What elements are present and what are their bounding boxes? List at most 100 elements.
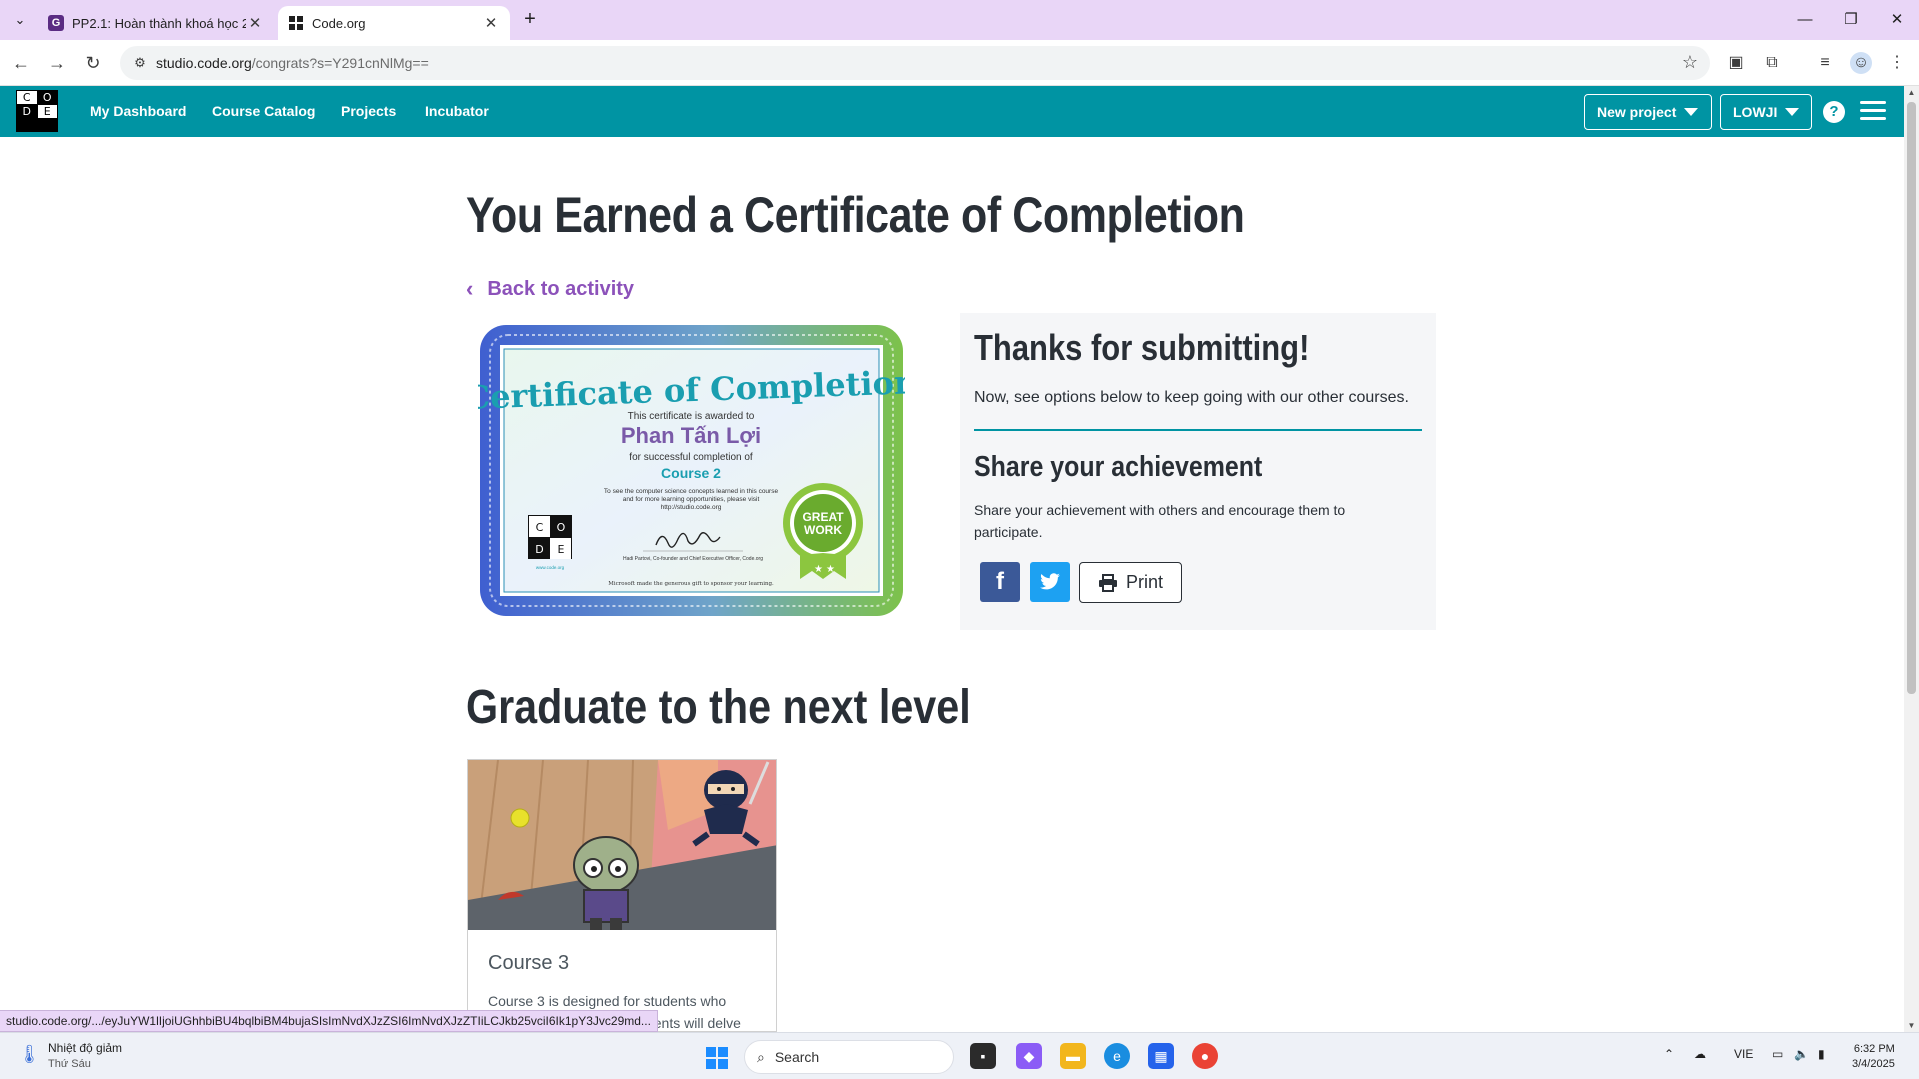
thermometer-icon: 🌡 <box>18 1043 41 1064</box>
page-scrollbar[interactable]: ▲ ▼ <box>1904 86 1919 1032</box>
restore-icon[interactable]: ❐ <box>1828 6 1874 34</box>
codeorg-logo[interactable]: C O D E <box>16 90 58 132</box>
next-level-heading: Graduate to the next level <box>466 681 971 734</box>
windows-taskbar: 🌡 Nhiệt độ giảm Thứ Sáu ⌕ Search ▪ ◆ ▬ e… <box>0 1032 1919 1079</box>
help-icon[interactable]: ? <box>1823 101 1845 123</box>
tab-title: PP2.1: Hoàn thành khoá học 2 t <box>72 15 246 31</box>
scrollbar-thumb[interactable] <box>1907 102 1916 694</box>
back-arrow-icon[interactable]: ← <box>8 50 34 76</box>
svg-text:WORK: WORK <box>804 523 842 537</box>
codeorg-favicon-icon <box>288 15 304 31</box>
store-icon[interactable]: ▦ <box>1148 1043 1174 1069</box>
svg-text:for successful completion of: for successful completion of <box>629 452 753 463</box>
facebook-icon: f <box>996 568 1004 595</box>
chevron-left-icon: ‹ <box>466 276 474 301</box>
share-heading: Share your achievement <box>974 451 1263 483</box>
chrome-icon[interactable]: ● <box>1192 1043 1218 1069</box>
tab-title: Code.org <box>312 15 366 31</box>
site-header: C O D E My Dashboard Course Catalog Proj… <box>0 86 1904 137</box>
media-control-icon[interactable]: ≡ <box>1814 52 1836 74</box>
course-card-image <box>468 760 776 930</box>
svg-text:Microsoft made the generous gi: Microsoft made the generous gift to spon… <box>608 581 774 587</box>
page-title: You Earned a Certificate of Completion <box>466 187 1245 243</box>
nav-my-dashboard[interactable]: My Dashboard <box>90 86 186 137</box>
svg-text:To see the computer science co: To see the computer science concepts lea… <box>604 488 779 495</box>
weather-widget[interactable]: 🌡 Nhiệt độ giảm Thứ Sáu <box>18 1041 122 1070</box>
scroll-up-icon[interactable]: ▲ <box>1904 88 1919 97</box>
new-project-button[interactable]: New project <box>1584 94 1712 130</box>
facebook-share-button[interactable]: f <box>980 562 1020 602</box>
volume-icon[interactable]: 🔈 <box>1794 1047 1809 1061</box>
browser-tab-1[interactable]: G PP2.1: Hoàn thành khoá học 2 t ✕ <box>38 6 274 40</box>
divider <box>974 429 1422 431</box>
course-card-title: Course 3 <box>488 952 570 974</box>
browser-tabstrip: ⌄ G PP2.1: Hoàn thành khoá học 2 t ✕ Cod… <box>0 0 1919 40</box>
network-icon[interactable]: ▭ <box>1772 1047 1783 1061</box>
extension-icon[interactable]: ▣ <box>1725 52 1747 74</box>
search-icon: ⌕ <box>757 1048 765 1065</box>
svg-text:E: E <box>558 543 565 556</box>
language-indicator[interactable]: VIE <box>1734 1047 1753 1061</box>
svg-text:C: C <box>536 521 544 534</box>
back-to-activity-link[interactable]: ‹ Back to activity <box>466 276 634 302</box>
tab-favicon: G <box>48 15 64 31</box>
taskbar-clock[interactable]: 6:32 PM 3/4/2025 <box>1852 1042 1895 1072</box>
close-window-icon[interactable]: ✕ <box>1874 6 1919 34</box>
svg-text:O: O <box>557 521 566 534</box>
scroll-down-icon[interactable]: ▼ <box>1904 1021 1919 1030</box>
svg-text:This certificate is awarded to: This certificate is awarded to <box>628 411 755 422</box>
svg-text:★: ★ <box>814 564 823 575</box>
minimize-icon[interactable]: — <box>1782 6 1828 34</box>
address-bar[interactable]: ⚙ studio.code.org/congrats?s=Y291cnNlMg=… <box>120 46 1710 80</box>
svg-text:and for more learning opportun: and for more learning opportunities, ple… <box>623 496 760 503</box>
nav-course-catalog[interactable]: Course Catalog <box>212 86 315 137</box>
nav-incubator[interactable]: Incubator <box>425 86 489 137</box>
svg-text:Phan Tấn Lợi: Phan Tấn Lợi <box>621 423 761 448</box>
course-card[interactable]: Course 3 Course 3 is designed for studen… <box>467 759 777 1032</box>
certificate-image: Certificate of Completion This certifica… <box>478 325 905 616</box>
svg-text:GREAT: GREAT <box>802 510 844 524</box>
taskbar-search[interactable]: ⌕ Search <box>744 1040 954 1074</box>
puzzle-extensions-icon[interactable]: ⧉ <box>1761 52 1783 74</box>
link-status-bar: studio.code.org/.../eyJuYW1lIjoiUGhhbiBU… <box>0 1010 658 1032</box>
caret-down-icon <box>1684 108 1699 116</box>
tray-chevron-icon[interactable]: ⌃ <box>1664 1047 1674 1061</box>
printer-icon <box>1098 573 1117 592</box>
svg-text:Course 2: Course 2 <box>661 465 721 481</box>
user-menu-button[interactable]: LOWJI <box>1720 94 1812 130</box>
svg-text:Hadi Partovi, Co-founder and C: Hadi Partovi, Co-founder and Chief Execu… <box>623 556 763 562</box>
file-explorer-icon[interactable]: ▬ <box>1060 1043 1086 1069</box>
site-info-icon[interactable]: ⚙ <box>130 53 150 73</box>
svg-text:http://studio.code.org: http://studio.code.org <box>661 504 722 511</box>
submission-panel: Thanks for submitting! Now, see options … <box>960 313 1436 630</box>
tab-close-icon[interactable]: ✕ <box>482 14 500 32</box>
twitter-share-button[interactable] <box>1030 562 1070 602</box>
caret-down-icon <box>1785 108 1800 116</box>
kebab-menu-icon[interactable]: ⋮ <box>1886 52 1908 74</box>
tab-close-icon[interactable]: ✕ <box>246 14 264 32</box>
browser-tab-2[interactable]: Code.org ✕ <box>278 6 510 40</box>
hamburger-menu-icon[interactable] <box>1860 101 1886 121</box>
copilot-icon[interactable]: ◆ <box>1016 1043 1042 1069</box>
nav-projects[interactable]: Projects <box>341 86 396 137</box>
svg-text:www.code.org: www.code.org <box>536 565 565 570</box>
svg-text:★: ★ <box>826 564 835 575</box>
address-url[interactable]: studio.code.org/congrats?s=Y291cnNlMg== <box>156 46 429 80</box>
svg-text:D: D <box>535 543 543 556</box>
profile-avatar-icon[interactable]: ☺ <box>1850 52 1872 74</box>
forward-arrow-icon[interactable]: → <box>44 50 70 76</box>
edge-icon[interactable]: e <box>1104 1043 1130 1069</box>
battery-icon[interactable]: ▮ <box>1818 1047 1825 1061</box>
reload-icon[interactable]: ↻ <box>80 50 106 76</box>
onedrive-icon[interactable]: ☁ <box>1694 1047 1706 1061</box>
windows-start-icon[interactable] <box>706 1047 728 1069</box>
thanks-heading: Thanks for submitting! <box>974 327 1310 368</box>
new-tab-plus-icon[interactable]: + <box>518 8 542 32</box>
tab-search-chevron-icon[interactable]: ⌄ <box>8 8 32 32</box>
thanks-subtitle: Now, see options below to keep going wit… <box>974 389 1409 406</box>
print-button[interactable]: Print <box>1079 562 1182 603</box>
browser-toolbar: ← → ↻ ⚙ studio.code.org/congrats?s=Y291c… <box>0 40 1919 86</box>
bookmark-star-icon[interactable]: ☆ <box>1682 52 1698 73</box>
share-description: Share your achievement with others and e… <box>974 502 1346 540</box>
task-view-icon[interactable]: ▪ <box>970 1043 996 1069</box>
